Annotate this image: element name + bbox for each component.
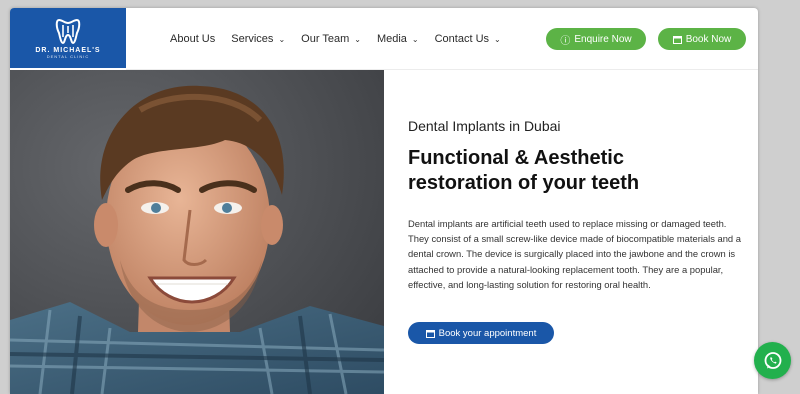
book-appointment-button[interactable]: Book your appointment — [408, 322, 554, 345]
main-nav: About Us Services ⌄ Our Team ⌄ Media ⌄ C… — [170, 8, 517, 70]
calendar-icon — [425, 329, 435, 338]
nav-label: Our Team — [301, 33, 350, 45]
hero-kicker: Dental Implants in Dubai — [408, 118, 561, 134]
whatsapp-chat-button[interactable] — [754, 342, 791, 379]
enquire-now-button[interactable]: ⓘ Enquire Now — [546, 28, 646, 50]
question-icon: ⓘ — [560, 35, 571, 47]
browser-frame: DR. MICHAEL'S DENTAL CLINIC About Us Ser… — [10, 8, 758, 394]
calendar-icon — [672, 35, 682, 44]
logo[interactable]: DR. MICHAEL'S DENTAL CLINIC — [10, 8, 126, 68]
nav-label: Media — [376, 33, 407, 45]
nav-services[interactable]: Services ⌄ — [231, 33, 285, 45]
book-now-button[interactable]: Book Now — [658, 28, 746, 50]
nav-label: Services — [231, 33, 274, 45]
hero-photo — [10, 70, 384, 394]
chevron-down-icon: ⌄ — [278, 34, 286, 44]
nav-label: About Us — [170, 33, 216, 45]
chevron-down-icon: ⌄ — [494, 34, 501, 44]
enquire-label: Enquire Now — [574, 33, 632, 45]
appointment-label: Book your appointment — [438, 327, 537, 339]
hero-content: Dental Implants in Dubai Functional & Ae… — [408, 70, 744, 345]
tooth-logo-icon — [55, 18, 81, 45]
nav-label: Contact Us — [434, 33, 490, 45]
smiling-man-photo — [10, 70, 384, 394]
book-label: Book Now — [685, 33, 732, 45]
brand-subtitle: DENTAL CLINIC — [46, 54, 90, 59]
nav-contact-us[interactable]: Contact Us ⌄ — [435, 33, 501, 45]
nav-media[interactable]: Media ⌄ — [377, 33, 419, 45]
hero-paragraph: Dental implants are artificial teeth use… — [408, 218, 741, 290]
whatsapp-icon — [764, 351, 781, 369]
chevron-down-icon: ⌄ — [354, 34, 361, 44]
brand-name: DR. MICHAEL'S — [35, 47, 101, 54]
nav-about-us[interactable]: About Us — [170, 33, 215, 45]
chevron-down-icon: ⌄ — [411, 34, 419, 44]
nav-our-team[interactable]: Our Team ⌄ — [301, 33, 361, 45]
hero-headline: Functional & Aesthetic restoration of yo… — [408, 147, 640, 194]
